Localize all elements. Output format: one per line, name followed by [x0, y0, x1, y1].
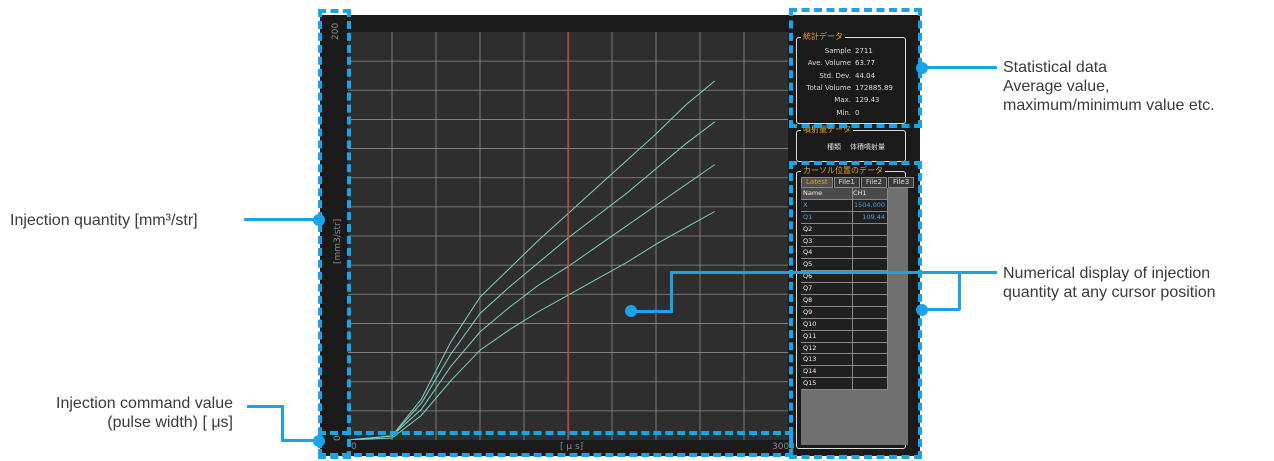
command-value-connector-a [247, 405, 283, 408]
injection-type-value: 体積噴射量 [850, 143, 885, 151]
numerical-connector-c [670, 271, 997, 274]
injection-type-label: 種類 [827, 143, 841, 151]
stats-highlight-box [789, 8, 922, 128]
y-axis-highlight-box [318, 9, 351, 459]
command-value-annotation-line1: Injection command value [56, 395, 233, 412]
injection-quantity-connector [244, 218, 319, 221]
command-value-dot [313, 435, 325, 447]
numerical-display-annotation-line1: Numerical display of injection [1003, 265, 1211, 282]
injection-panel: 噴射量データ 種類 体積噴射量 [796, 124, 906, 162]
statistical-data-annotation-line1: Statistical data [1003, 59, 1108, 76]
numerical-connector-a [632, 310, 672, 313]
command-value-connector-b [281, 405, 284, 441]
statistical-data-annotation-line2: Average value, [1003, 78, 1110, 95]
statistical-connector [922, 66, 997, 69]
statistical-data-annotation-line3: maximum/minimum value etc. [1003, 97, 1215, 114]
numerical-connector-d [958, 273, 961, 310]
x-axis-highlight-box [318, 431, 793, 457]
numerical-display-annotation-line2: quantity at any cursor position [1003, 284, 1216, 301]
cursor-data-highlight-box [789, 161, 922, 459]
command-value-annotation-line2: (pulse width) [ μs] [107, 414, 233, 431]
numerical-dot-panel [916, 304, 928, 316]
statistical-dot [916, 62, 928, 74]
numerical-connector-b [670, 271, 673, 313]
injection-chart[interactable] [348, 32, 788, 440]
injection-quantity-dot [313, 214, 325, 226]
injection-quantity-annotation: Injection quantity [mm³/str] [10, 212, 198, 229]
numerical-dot-cursor [625, 305, 637, 317]
